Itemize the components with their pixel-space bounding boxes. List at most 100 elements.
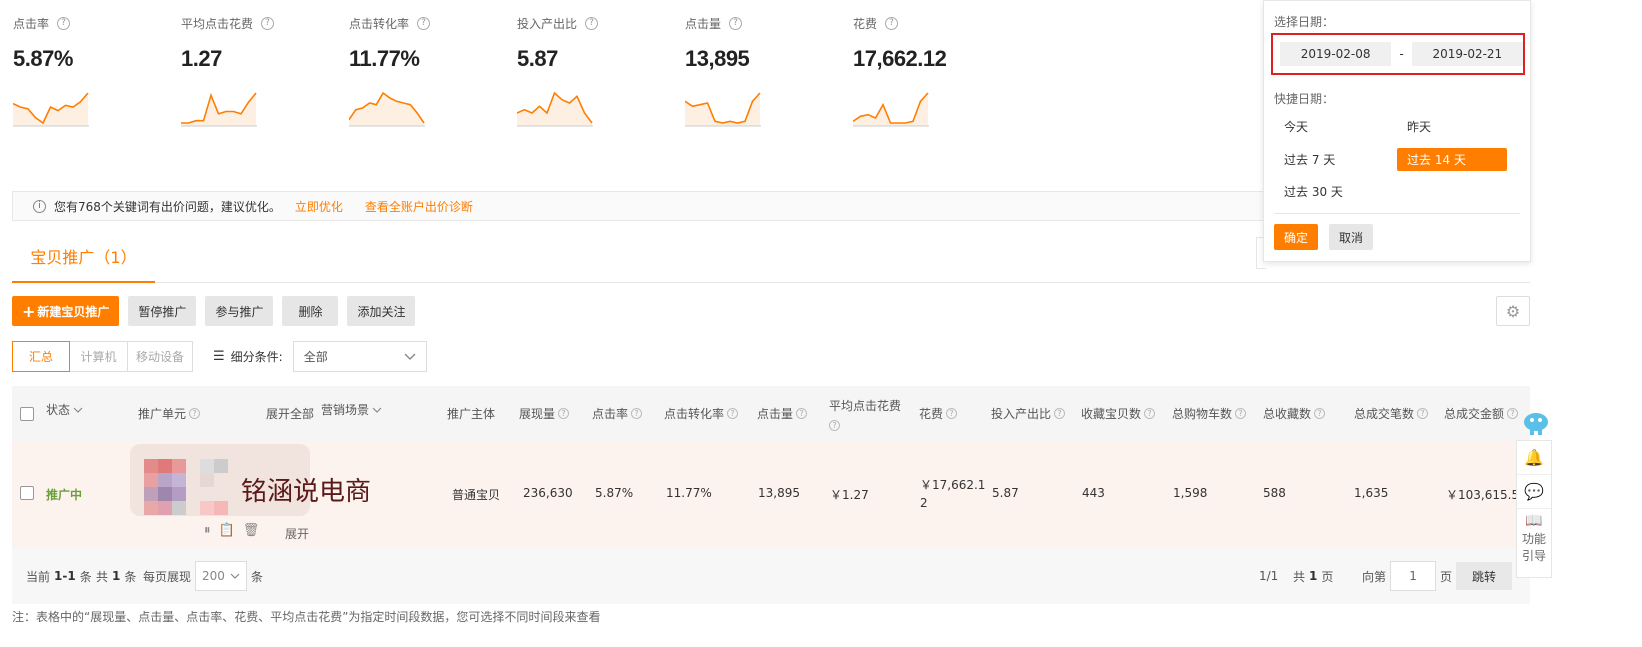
page-total: 共1页 xyxy=(1293,569,1334,584)
cell-subject: 普通宝贝 xyxy=(452,488,501,502)
help-icon[interactable]: ? xyxy=(729,16,743,30)
pause-button[interactable]: 暂停推广 xyxy=(128,296,197,326)
header-subject: 推广主体 xyxy=(447,407,496,421)
help-icon[interactable]: ? xyxy=(1235,408,1247,419)
quick-14-days[interactable]: 过去 14 天 xyxy=(1397,148,1507,171)
current-range: 当前 1-1 条 xyxy=(26,569,92,584)
chevron-down-icon xyxy=(404,353,416,360)
guide-button[interactable]: 📖 功能引导 xyxy=(1517,509,1551,565)
help-icon[interactable]: ? xyxy=(631,408,643,419)
sparkline-chart xyxy=(685,92,761,127)
end-date-input[interactable]: 2019-02-21 xyxy=(1411,42,1523,66)
help-icon[interactable]: ? xyxy=(946,408,958,419)
segment-mobile[interactable]: 移动设备 xyxy=(128,342,192,371)
cell-fav-items: 443 xyxy=(1082,486,1105,500)
help-icon[interactable]: ? xyxy=(796,408,808,419)
chat-icon[interactable]: 💬 xyxy=(1517,475,1551,509)
quick-7-days[interactable]: 过去 7 天 xyxy=(1274,148,1335,171)
confirm-button[interactable]: 确定 xyxy=(1274,224,1319,250)
header-fav-items: 收藏宝贝数? xyxy=(1081,386,1156,441)
clipboard-icon[interactable]: 📋 xyxy=(219,523,235,538)
metric-value: 11.77% xyxy=(349,46,420,71)
header-clicks: 点击量? xyxy=(757,386,808,441)
tab-item-promotion[interactable]: 宝贝推广（1） xyxy=(12,231,155,283)
metric-cpc[interactable]: 平均点击花费? 1.27 xyxy=(181,14,349,130)
header-gmv: 总成交金额? xyxy=(1444,386,1519,441)
row-checkbox[interactable] xyxy=(20,486,34,500)
metric-cost[interactable]: 花费? 17,662.12 xyxy=(853,14,1021,130)
expand-all-link[interactable]: 展开全部 xyxy=(266,386,314,441)
per-page-select[interactable]: 200 xyxy=(195,561,248,591)
delete-button[interactable]: 删除 xyxy=(282,296,339,326)
metric-ctr[interactable]: 点击率? 5.87% xyxy=(13,14,181,130)
info-icon: i xyxy=(33,199,46,213)
goto-suffix: 页 xyxy=(1440,569,1453,584)
metric-value: 17,662.12 xyxy=(853,46,947,71)
segment-computer[interactable]: 计算机 xyxy=(70,342,128,371)
help-icon[interactable]: ? xyxy=(417,16,431,30)
metric-label: 点击率 xyxy=(13,16,50,31)
metric-value: 5.87 xyxy=(517,46,558,71)
cell-impressions: 236,630 xyxy=(523,486,573,500)
expand-row-link[interactable]: 展开 xyxy=(285,525,309,542)
help-icon[interactable]: ? xyxy=(1144,408,1156,419)
optimize-now-link[interactable]: 立即优化 xyxy=(295,198,343,215)
bell-icon[interactable]: 🔔 xyxy=(1517,441,1551,475)
table-header: 状态 推广单元? 展开全部 营销场景 推广主体 展现量? 点击率? 点击转化率?… xyxy=(12,386,1530,441)
new-promotion-button[interactable]: + 新建宝贝推广 xyxy=(12,296,120,326)
help-icon[interactable]: ? xyxy=(1507,408,1519,419)
help-icon[interactable]: ? xyxy=(57,16,71,30)
pause-icon[interactable]: ⏸ xyxy=(204,523,211,538)
quick-today[interactable]: 今天 xyxy=(1274,115,1308,138)
help-icon[interactable]: ? xyxy=(189,408,201,419)
start-date-input[interactable]: 2019-02-08 xyxy=(1280,42,1392,66)
goto-page-input[interactable]: 1 xyxy=(1390,561,1437,591)
date-picker-popup: 选择日期： 2019-02-08 - 2019-02-21 快捷日期： 今天 昨… xyxy=(1263,0,1531,262)
metric-roi[interactable]: 投入产出比? 5.87 xyxy=(517,14,685,130)
cancel-button[interactable]: 取消 xyxy=(1329,224,1374,250)
metric-value: 5.87% xyxy=(13,46,73,71)
jump-button[interactable]: 跳转 xyxy=(1456,562,1513,590)
trash-icon[interactable]: 🗑 xyxy=(243,523,260,538)
help-icon[interactable]: ? xyxy=(829,419,840,431)
quick-30-days[interactable]: 过去 30 天 xyxy=(1274,180,1343,203)
mascot-icon[interactable] xyxy=(1522,410,1550,436)
help-icon[interactable]: ? xyxy=(261,16,275,30)
sparkline-chart xyxy=(181,92,257,127)
sparkline-chart xyxy=(517,91,593,127)
segment-summary[interactable]: 汇总 xyxy=(12,341,70,372)
header-cvr: 点击转化率? xyxy=(664,386,739,441)
settings-gear-icon[interactable]: ⚙ xyxy=(1496,296,1530,326)
plus-icon: + xyxy=(22,301,36,321)
header-status[interactable]: 状态 xyxy=(46,382,83,437)
action-toolbar: + 新建宝贝推广 暂停推广 参与推广 删除 添加关注 xyxy=(12,296,416,326)
list-icon: ☰ xyxy=(213,349,225,364)
join-button[interactable]: 参与推广 xyxy=(205,296,274,326)
per-page-suffix: 条 xyxy=(251,569,264,584)
bid-notice-bar: i 您有768个关键词有出价问题，建议优化。 立即优化 查看全账户出价诊断 xyxy=(12,191,1272,221)
metric-value: 13,895 xyxy=(685,46,750,71)
header-orders: 总成交笔数? xyxy=(1354,386,1429,441)
help-icon[interactable]: ? xyxy=(558,408,570,419)
bid-diagnosis-link[interactable]: 查看全账户出价诊断 xyxy=(365,198,473,215)
help-icon[interactable]: ? xyxy=(1417,408,1429,419)
header-scene[interactable]: 营销场景 xyxy=(321,382,382,437)
select-date-label: 选择日期： xyxy=(1274,15,1335,29)
page-ratio: 1/1 xyxy=(1259,569,1279,583)
table-row[interactable]: 推广中 铭涵说电商 ⏸ 📋 🗑 展开 普通宝贝 236,630 5.87% 11… xyxy=(12,441,1530,548)
chevron-down-icon xyxy=(230,573,240,579)
add-follow-button[interactable]: 添加关注 xyxy=(347,296,416,326)
sparkline-chart xyxy=(349,91,425,127)
watermark-text: 铭涵说电商 xyxy=(241,477,372,506)
metric-clicks[interactable]: 点击量? 13,895 xyxy=(685,14,853,130)
help-icon[interactable]: ? xyxy=(1314,408,1326,419)
cell-fav-total: 588 xyxy=(1263,486,1286,500)
help-icon[interactable]: ? xyxy=(1054,408,1066,419)
help-icon[interactable]: ? xyxy=(885,16,899,30)
select-all-checkbox[interactable] xyxy=(20,406,34,421)
condition-select[interactable]: 全部 xyxy=(292,341,427,372)
help-icon[interactable]: ? xyxy=(585,16,599,30)
metric-cvr[interactable]: 点击转化率? 11.77% xyxy=(349,14,517,130)
quick-yesterday[interactable]: 昨天 xyxy=(1397,115,1431,138)
help-icon[interactable]: ? xyxy=(727,408,739,419)
